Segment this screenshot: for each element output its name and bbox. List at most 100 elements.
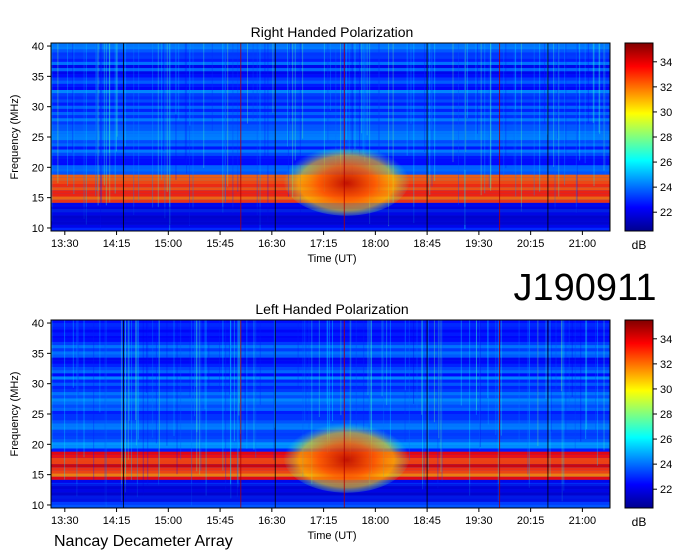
frequency-band (51, 414, 610, 418)
interference-streak (466, 43, 468, 118)
frequency-band (51, 348, 610, 352)
frequency-band (51, 395, 610, 399)
interference-streak (350, 320, 352, 429)
interference-streak (180, 320, 182, 460)
interference-streak (533, 43, 535, 196)
interference-streak (565, 43, 567, 160)
interference-streak (587, 43, 589, 124)
colorbar (624, 319, 654, 509)
colorbar-tick-label: 28 (660, 132, 672, 144)
interference-streak (290, 43, 292, 124)
frequency-band (51, 332, 610, 336)
interference-streak (503, 43, 505, 176)
interference-streak (161, 43, 163, 180)
interference-streak (186, 43, 188, 174)
interference-streak (545, 320, 547, 399)
interference-streak (386, 320, 388, 406)
interference-streak (433, 320, 435, 423)
frequency-band (51, 341, 610, 346)
interference-streak (164, 43, 166, 219)
interference-streak (564, 43, 566, 186)
frequency-band (51, 417, 610, 421)
interference-streak (166, 320, 168, 446)
x-tick-label: 20:15 (517, 515, 545, 527)
x-tick-label: 16:30 (258, 238, 286, 250)
colorbar-ticks: 22 24 26 28 30 32 34 (653, 334, 672, 496)
interference-streak (327, 43, 329, 143)
interference-streak (527, 320, 529, 475)
interference-streak (192, 43, 194, 209)
interference-streak (152, 320, 154, 438)
interference-streak (550, 320, 552, 432)
interference-streak (83, 320, 85, 458)
interference-streak (341, 43, 343, 119)
interference-streak (252, 43, 254, 120)
interference-streak (423, 320, 425, 489)
y-tick-label: 35 (32, 348, 44, 360)
interference-streak (585, 320, 587, 439)
interference-streak (76, 320, 78, 497)
interference-streak (128, 320, 130, 421)
interference-streak (244, 320, 246, 440)
interference-streak (574, 320, 576, 449)
frequency-band (51, 401, 610, 405)
interference-streak (147, 320, 149, 486)
interference-streak (554, 43, 556, 211)
colorbar-tick-label: 22 (660, 484, 672, 496)
interference-streak (237, 43, 239, 192)
interference-streak (224, 43, 226, 203)
interference-streak (93, 320, 95, 480)
heatmap-plot (51, 320, 610, 508)
x-tick-label: 15:00 (155, 238, 183, 250)
interference-streak (500, 320, 502, 436)
interference-streak (178, 43, 180, 120)
interference-streak (413, 43, 415, 224)
interference-streak (236, 320, 238, 498)
interference-streak (563, 320, 565, 491)
interference-streak (116, 43, 118, 119)
frequency-band (51, 335, 610, 339)
interference-streak (332, 320, 334, 422)
frequency-band (51, 373, 610, 377)
interference-streak (136, 320, 138, 498)
frequency-band (51, 130, 610, 134)
interference-streak (439, 320, 441, 438)
interference-streak (229, 320, 231, 395)
interference-streak (169, 43, 171, 231)
interference-streak (575, 43, 577, 213)
interference-streak (189, 43, 191, 227)
event-id-stamp: J190911 (514, 267, 657, 309)
interference-streak (222, 320, 224, 471)
interference-streak (133, 43, 135, 216)
x-axis-ticks: 13:30 14:15 15:00 15:45 16:30 17:15 18:00 18:45… (51, 231, 596, 250)
y-axis-label: Frequency (MHz) (9, 95, 21, 180)
interference-streak (203, 43, 205, 168)
y-tick-label: 10 (32, 500, 44, 512)
interference-streak (553, 43, 555, 167)
interference-streak (603, 320, 605, 451)
x-tick-label: 15:45 (206, 515, 234, 527)
interference-streak (189, 320, 191, 397)
interference-streak (604, 43, 606, 175)
colorbar-tick-label: 22 (660, 207, 672, 219)
x-tick-label: 18:00 (362, 515, 390, 527)
interference-streak (198, 320, 200, 420)
frequency-band (51, 407, 610, 411)
frequency-band (51, 363, 610, 367)
frequency-band (51, 382, 610, 386)
interference-streak (475, 43, 477, 140)
interference-streak (603, 43, 605, 171)
interference-streak (464, 43, 466, 170)
interference-streak (255, 320, 257, 458)
y-tick-label: 35 (32, 71, 44, 83)
interference-streak (99, 320, 101, 413)
interference-streak (505, 43, 507, 169)
interference-streak (233, 320, 235, 442)
interference-streak (95, 43, 97, 148)
x-tick-label: 14:15 (103, 515, 131, 527)
interference-streak (557, 43, 559, 139)
x-tick-label: 15:45 (206, 238, 234, 250)
colorbar-tick-label: 24 (660, 459, 672, 471)
interference-streak (83, 43, 85, 219)
interference-streak (354, 43, 356, 150)
